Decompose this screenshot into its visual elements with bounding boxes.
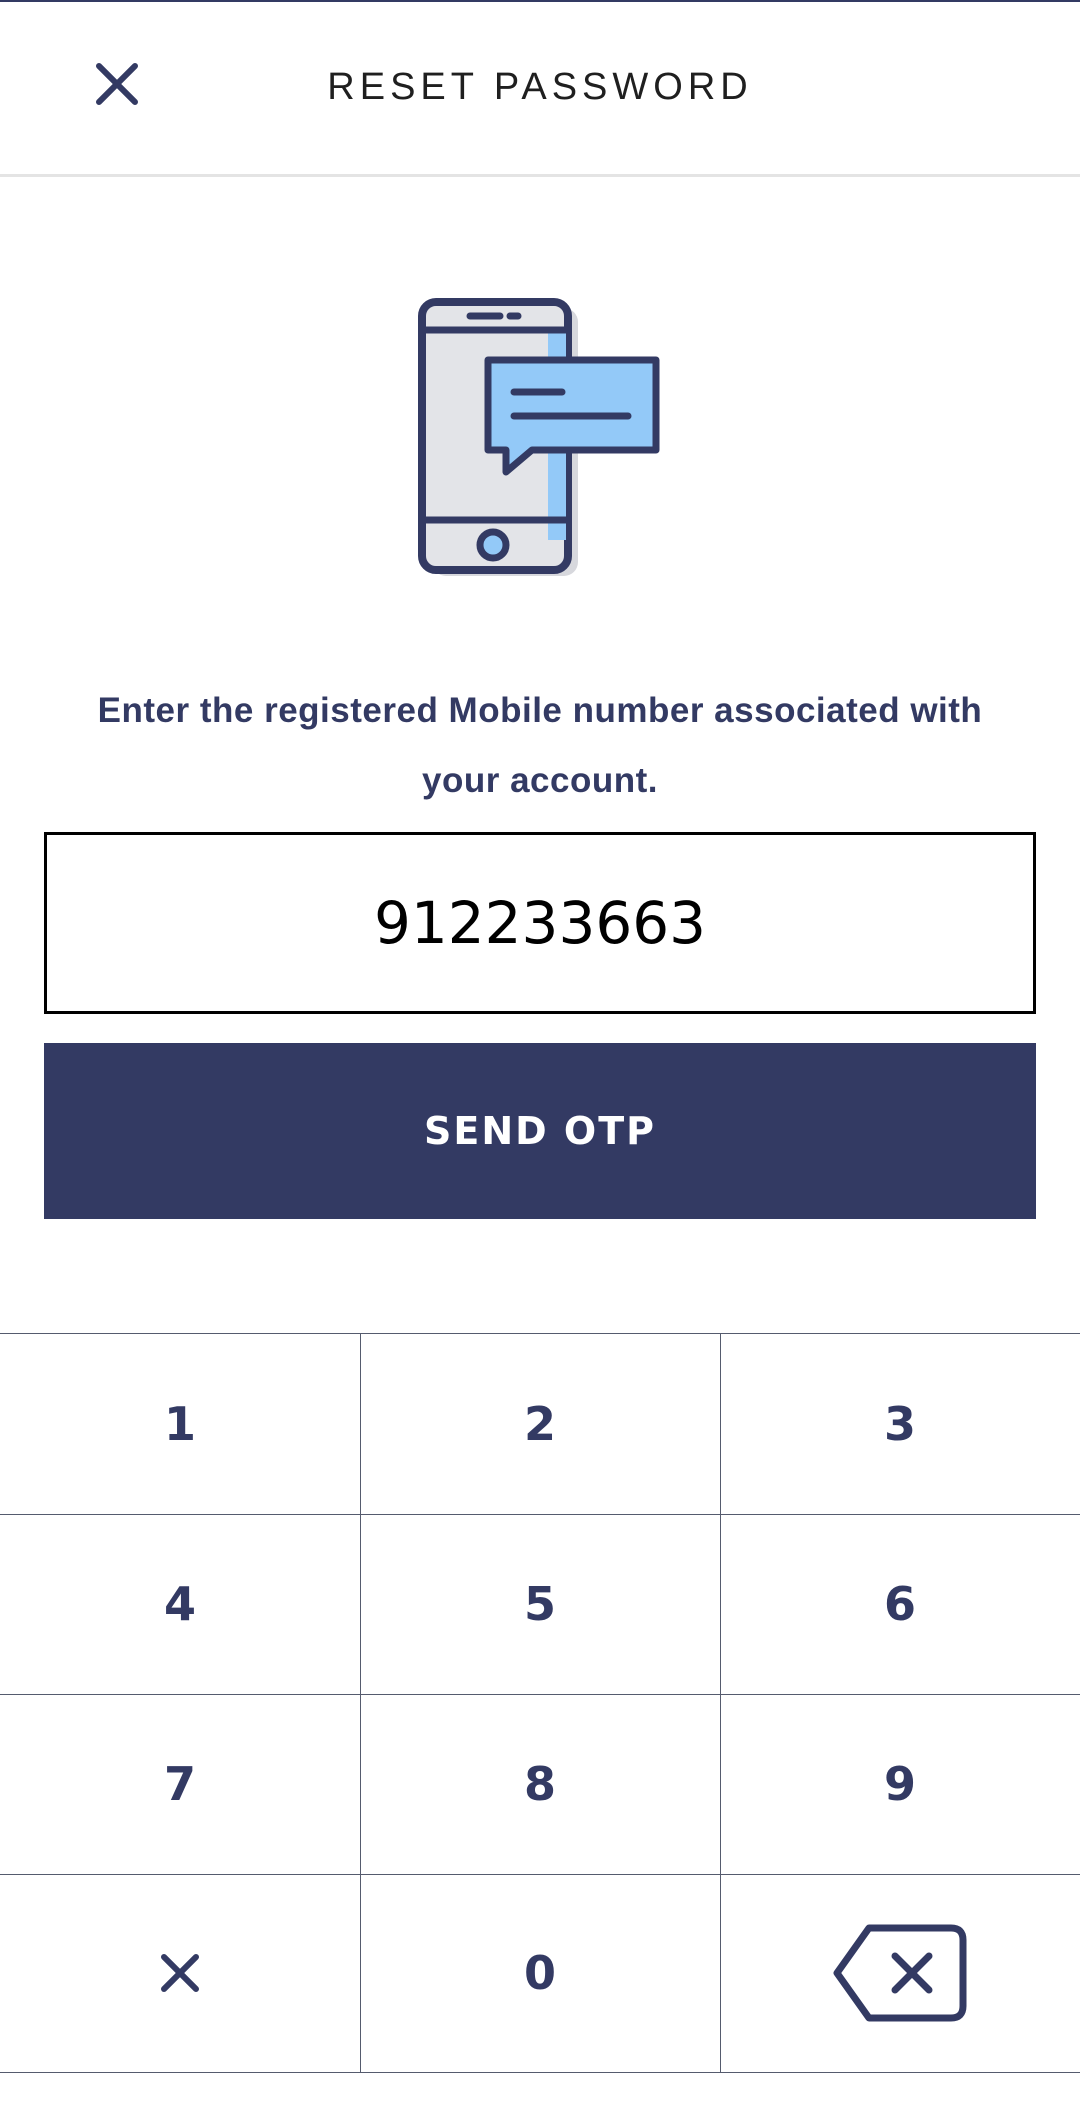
key-clear[interactable] [0,1874,360,2072]
key-9[interactable]: 9 [720,1694,1080,1874]
mobile-number-input[interactable] [44,832,1036,1014]
backspace-icon [833,1924,967,2022]
key-2[interactable]: 2 [360,1334,720,1514]
key-0[interactable]: 0 [360,1874,720,2072]
instruction-text: Enter the registered Mobile number assoc… [40,676,1040,816]
key-7[interactable]: 7 [0,1694,360,1874]
key-6[interactable]: 6 [720,1514,1080,1694]
numeric-keypad: 1 2 3 4 5 6 7 8 9 0 [0,1333,1080,2073]
close-icon [161,1954,199,1992]
key-backspace[interactable] [720,1874,1080,2072]
key-3[interactable]: 3 [720,1334,1080,1514]
key-5[interactable]: 5 [360,1514,720,1694]
key-4[interactable]: 4 [0,1514,360,1694]
header: RESET PASSWORD [0,2,1080,177]
key-1[interactable]: 1 [0,1334,360,1514]
phone-message-icon [418,298,660,576]
reset-password-screen: RESET PASSWORD Enter the registered Mobi… [0,0,1080,2124]
instruction-line-2: your account. [422,761,658,800]
key-8[interactable]: 8 [360,1694,720,1874]
page-title: RESET PASSWORD [327,66,753,108]
instruction-line-1: Enter the registered Mobile number assoc… [97,691,983,730]
send-otp-button[interactable]: SEND OTP [44,1043,1036,1219]
